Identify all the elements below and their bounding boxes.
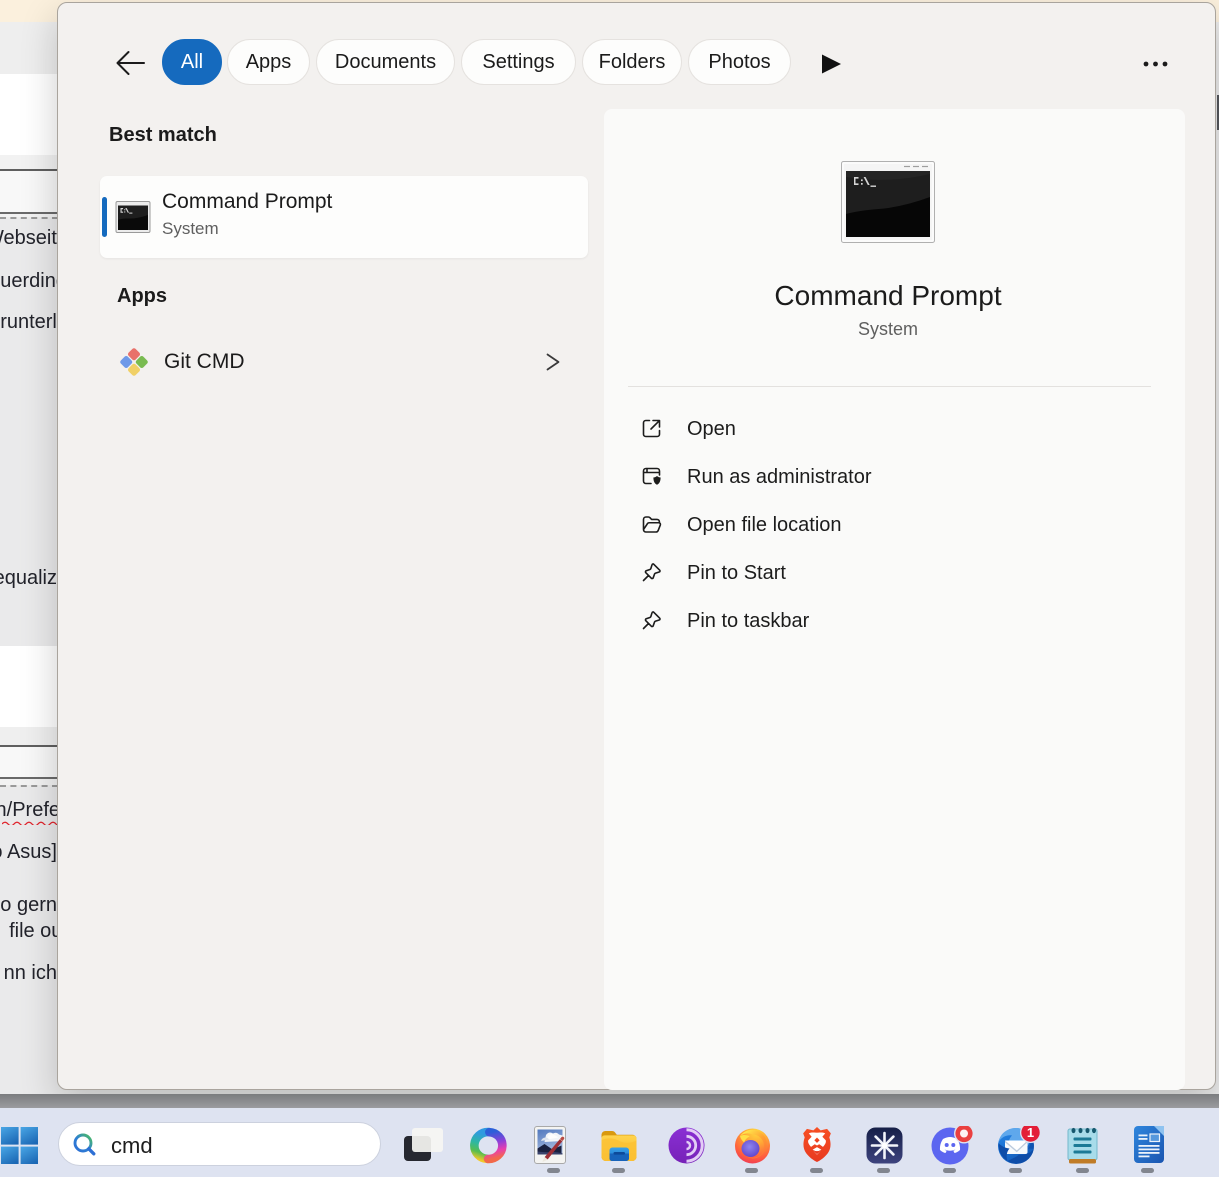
svg-text:1: 1 (1027, 1126, 1034, 1140)
